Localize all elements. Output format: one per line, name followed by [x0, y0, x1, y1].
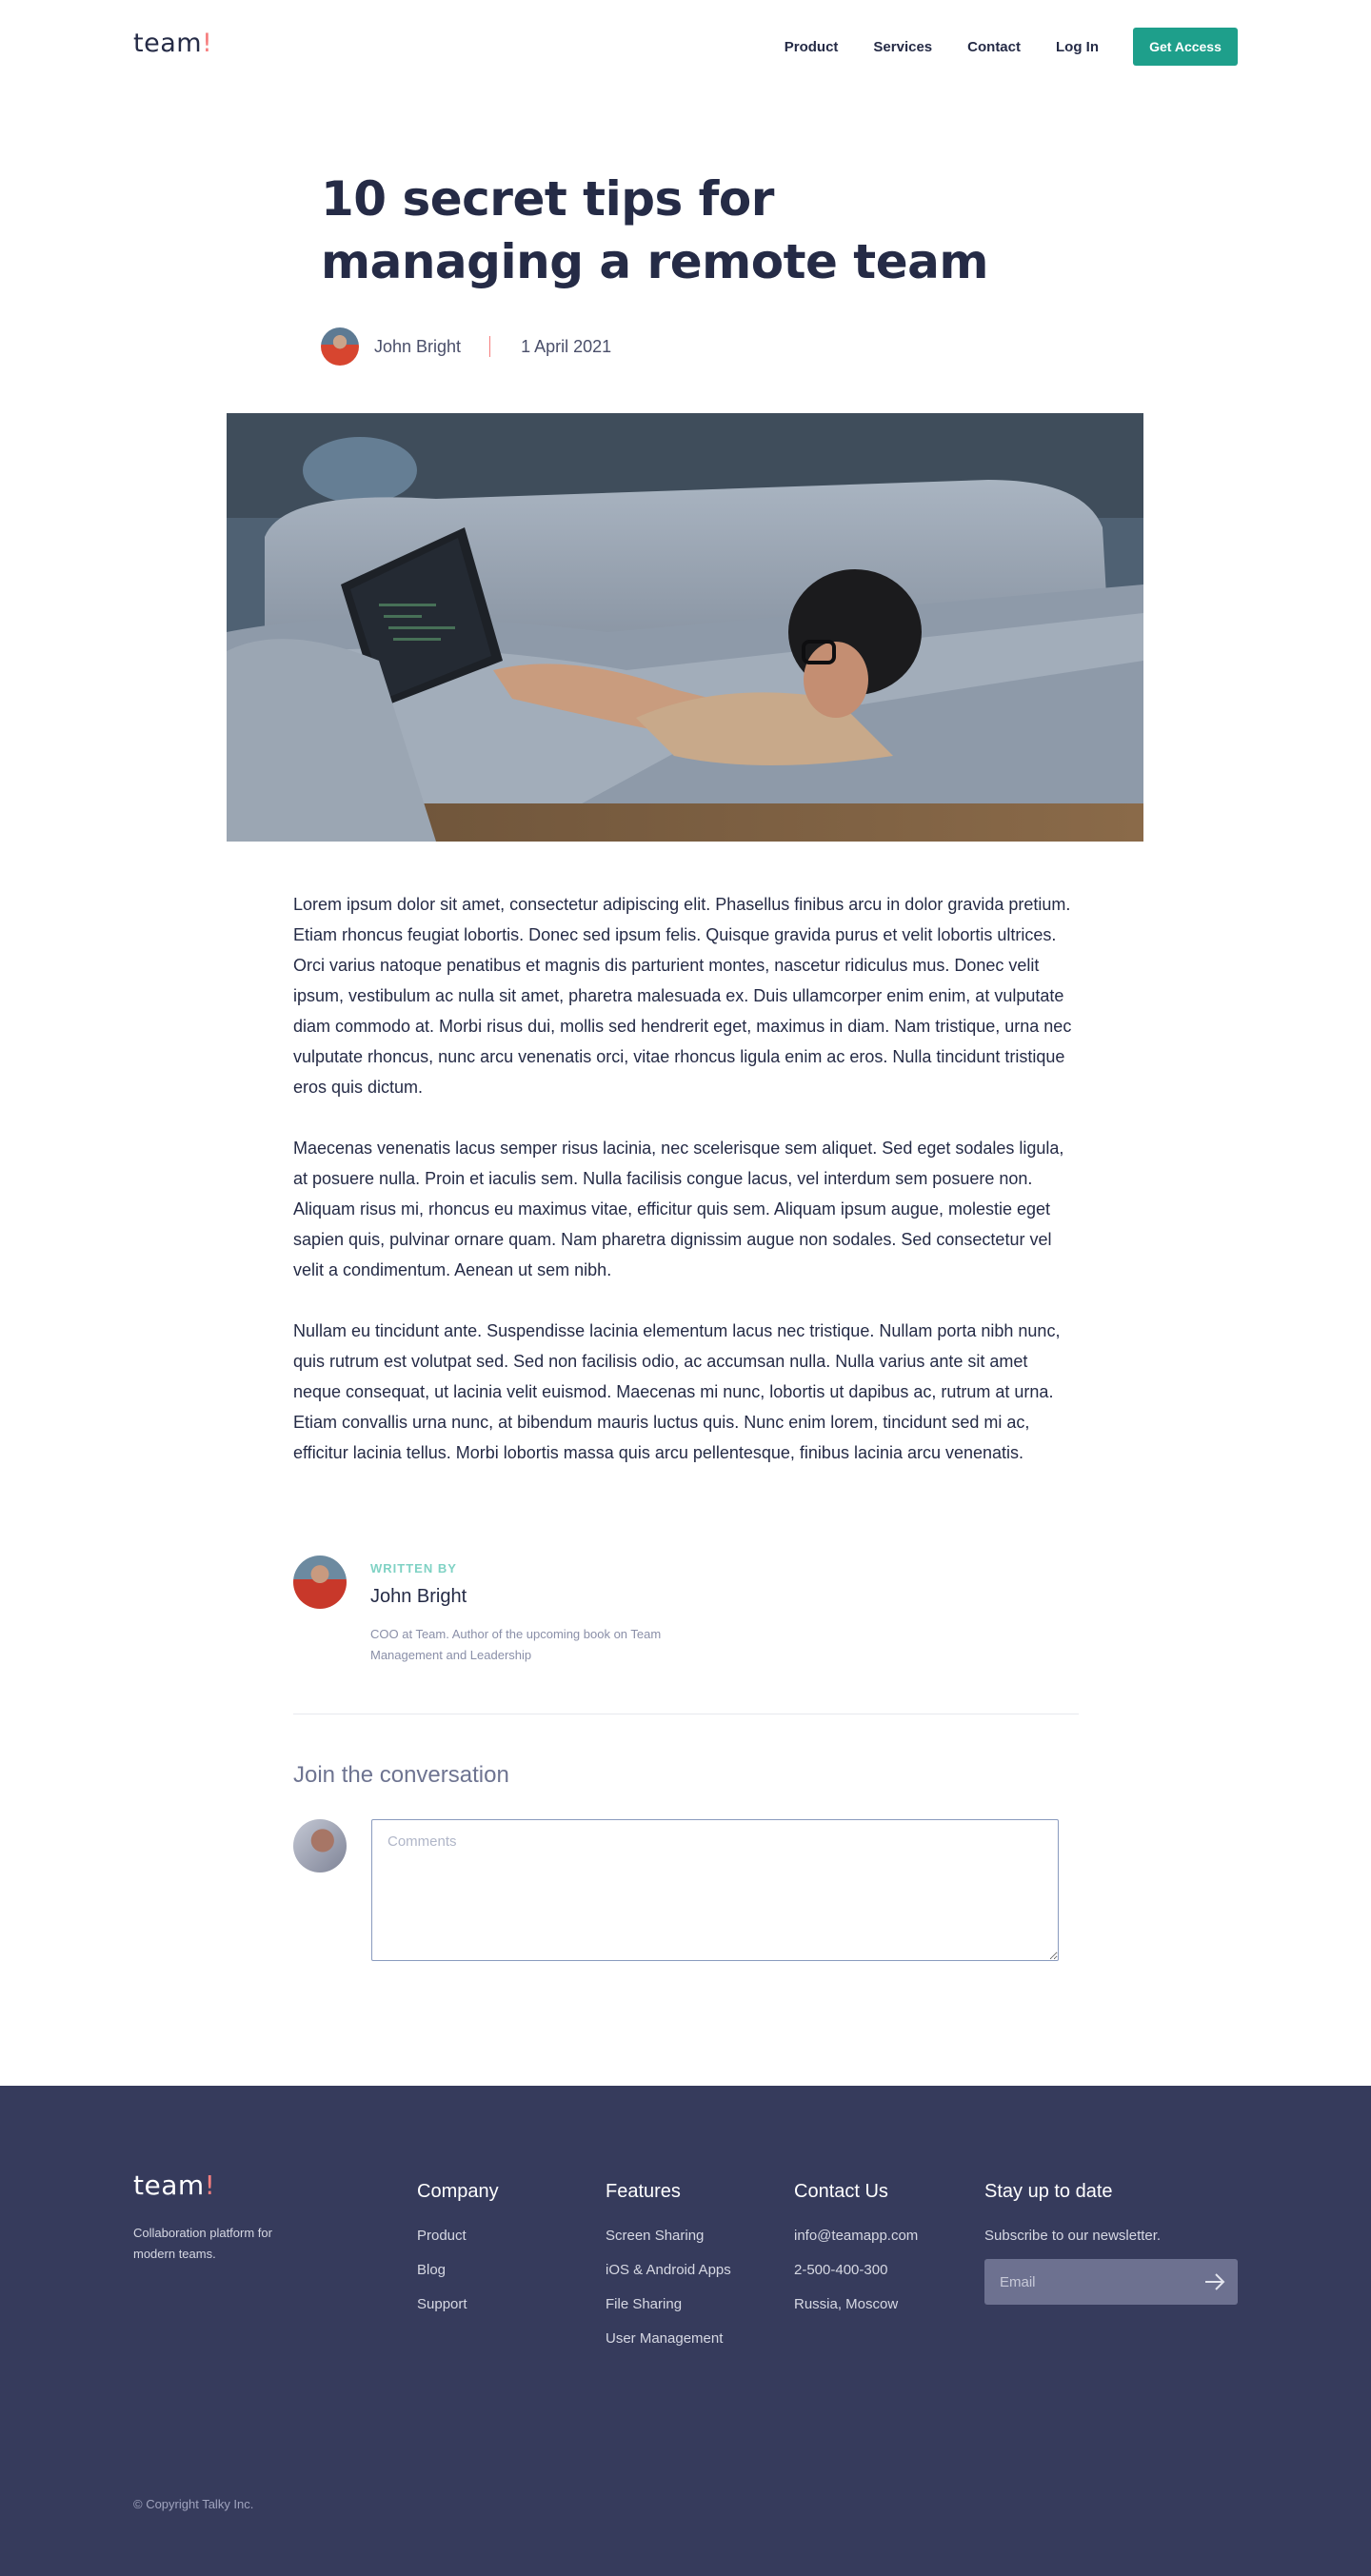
site-footer: team! Collaboration platform for modern … — [0, 2086, 1371, 2576]
footer-newsletter-heading: Stay up to date — [984, 2181, 1113, 2202]
meta-divider — [489, 336, 491, 357]
footer-link-file-sharing[interactable]: File Sharing — [606, 2296, 731, 2312]
article-paragraph: Lorem ipsum dolor sit amet, consectetur … — [293, 895, 1072, 1097]
footer-contact-email[interactable]: info@teamapp.com — [794, 2228, 918, 2244]
footer-logo-mark: ! — [204, 2170, 216, 2201]
article-paragraph: Nullam eu tincidunt ante. Suspendisse la… — [293, 1321, 1061, 1462]
article-paragraph: Maecenas venenatis lacus semper risus la… — [293, 1139, 1064, 1279]
hero-image — [227, 413, 1143, 842]
footer-link-support[interactable]: Support — [417, 2296, 499, 2312]
newsletter-text: Subscribe to our newsletter. — [984, 2228, 1162, 2244]
footer-company: Company Product Blog Support — [417, 2181, 499, 2330]
arrow-right-icon[interactable] — [1203, 2270, 1226, 2293]
footer-link-user-management[interactable]: User Management — [606, 2330, 731, 2347]
commenter-avatar — [293, 1819, 347, 1873]
logo[interactable]: team! — [133, 29, 212, 58]
footer-tagline: Collaboration platform for modern teams. — [133, 2226, 272, 2261]
site-header: team! Product Services Contact Log In Ge… — [0, 0, 1371, 95]
article-body: Lorem ipsum dolor sit amet, consectetur … — [293, 889, 1079, 1498]
footer-link-apps[interactable]: iOS & Android Apps — [606, 2262, 731, 2278]
newsletter-email-input[interactable] — [984, 2259, 1238, 2305]
nav-services[interactable]: Services — [873, 39, 932, 55]
footer-contact: Contact Us info@teamapp.com 2-500-400-30… — [794, 2181, 918, 2330]
footer-features: Features Screen Sharing iOS & Android Ap… — [606, 2181, 731, 2365]
publish-date: 1 April 2021 — [521, 336, 612, 356]
article-meta: John Bright 1 April 2021 — [321, 327, 611, 366]
author-name: John Bright — [374, 336, 462, 356]
author-card-name: John Bright — [370, 1586, 467, 1607]
main-nav: Product Services Contact Log In Get Acce… — [749, 28, 1238, 66]
nav-login[interactable]: Log In — [1056, 39, 1099, 55]
nav-contact[interactable]: Contact — [967, 39, 1021, 55]
newsletter-form — [984, 2259, 1238, 2305]
footer-link-product[interactable]: Product — [417, 2228, 499, 2244]
footer-newsletter: Stay up to date Subscribe to our newslet… — [984, 2181, 1238, 2305]
footer-link-blog[interactable]: Blog — [417, 2262, 499, 2278]
author-card-avatar — [293, 1556, 347, 1609]
comment-textarea[interactable] — [371, 1819, 1059, 1961]
get-access-button[interactable]: Get Access — [1133, 28, 1238, 66]
author-card-bio: COO at Team. Author of the upcoming book… — [370, 1627, 662, 1662]
footer-contact-phone[interactable]: 2-500-400-300 — [794, 2262, 918, 2278]
logo-mark: ! — [202, 29, 213, 58]
author-avatar — [321, 327, 359, 366]
written-by-label: WRITTEN BY — [370, 1561, 457, 1575]
footer-link-screen-sharing[interactable]: Screen Sharing — [606, 2228, 731, 2244]
footer-contact-heading: Contact Us — [794, 2181, 888, 2202]
footer-logo[interactable]: team! — [133, 2170, 215, 2201]
nav-product[interactable]: Product — [785, 39, 839, 55]
copyright: © Copyright Talky Inc. — [133, 2497, 254, 2511]
footer-contact-location: Russia, Moscow — [794, 2296, 899, 2312]
footer-company-heading: Company — [417, 2181, 499, 2202]
logo-text: team — [133, 29, 203, 58]
footer-features-heading: Features — [606, 2181, 681, 2202]
comments-title: Join the conversation — [293, 1762, 509, 1788]
hero-illustration — [227, 413, 1143, 842]
footer-logo-text: team — [133, 2170, 205, 2201]
article-title: 10 secret tips for managing a remote tea… — [321, 171, 988, 289]
